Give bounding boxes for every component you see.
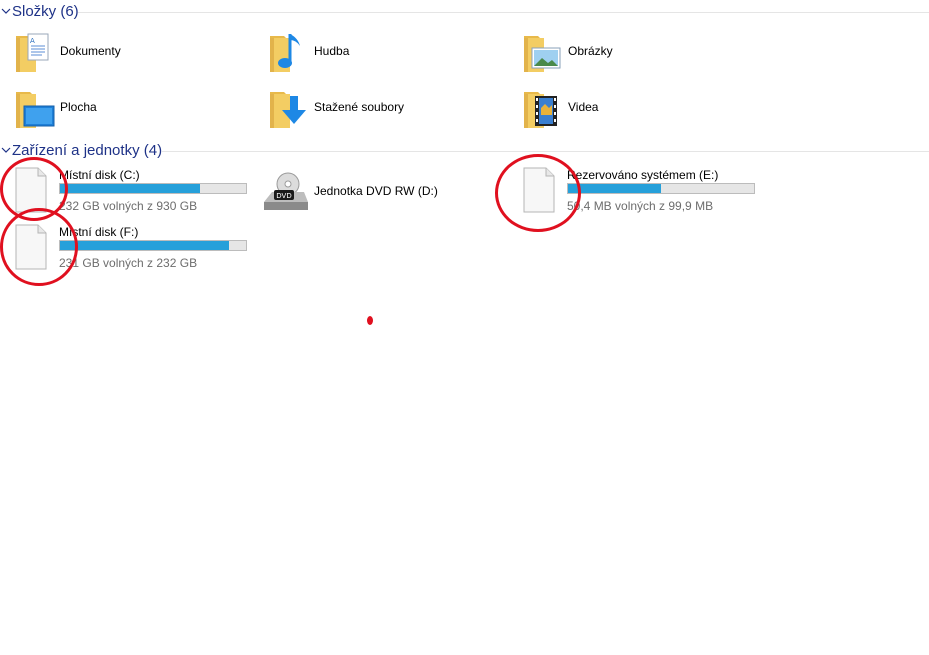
folder-tile-downloads[interactable]: Stažené soubory [268,84,498,136]
dvd-badge: DVD [276,192,291,200]
drive-tile-e[interactable]: Rezervováno systémem (E:) 50,4 MB volnýc… [522,166,762,218]
pictures-folder-icon [524,36,561,72]
folder-tile-pictures[interactable]: Obrázky [522,28,752,80]
drive-name: Místní disk (F:) [59,225,139,239]
generic-drive-icon [523,167,555,213]
downloads-folder-icon [270,92,306,128]
drive-name: Jednotka DVD RW (D:) [314,184,438,198]
folder-label: Stažené soubory [314,100,405,114]
folder-label: Hudba [314,44,350,58]
drive-usage-fill [60,184,200,193]
folder-label: Dokumenty [60,44,121,58]
drive-free-space: 231 GB volných z 232 GB [59,256,198,270]
drive-tile-c[interactable]: Místní disk (C:) 232 GB volných z 930 GB [14,166,254,218]
drive-free-space: 232 GB volných z 930 GB [59,199,198,213]
group-divider-folders [0,1,929,21]
drive-usage-fill [60,241,230,250]
folder-tile-videos[interactable]: Videa [522,84,752,136]
group-title-folders: Složky (6) [12,2,79,20]
drive-usage-bar [59,183,247,194]
drive-name: Místní disk (C:) [59,168,140,182]
drive-tile-d[interactable]: DVD Jednotka DVD RW (D:) [262,170,502,222]
drive-name: Rezervováno systémem (E:) [567,168,719,182]
drive-usage-bar [567,183,755,194]
folder-tile-music[interactable]: Hudba [268,28,498,80]
generic-drive-icon [15,167,47,213]
music-folder-icon [270,34,300,72]
documents-folder-icon: A [16,33,49,72]
folder-label: Videa [568,100,599,114]
folder-label: Plocha [60,100,97,114]
group-title-devices: Zařízení a jednotky (4) [12,141,163,159]
chevron-down-icon [1,8,11,14]
group-header-folders[interactable]: Složky (6) [0,1,79,21]
drive-usage-fill [568,184,661,193]
desktop-folder-icon [16,92,55,128]
annotation-dot [367,316,373,325]
group-header-devices[interactable]: Zařízení a jednotky (4) [0,140,162,160]
generic-drive-icon [15,224,47,270]
dvd-drive-icon: DVD [264,172,308,210]
folder-tile-documents[interactable]: A Dokumenty [14,28,244,80]
svg-text:A: A [30,37,35,45]
folder-tile-desktop[interactable]: Plocha [14,84,244,136]
folder-label: Obrázky [568,44,613,58]
chevron-down-icon [1,147,11,153]
drive-tile-f[interactable]: Místní disk (F:) 231 GB volných z 232 GB [14,223,254,275]
drive-free-space: 50,4 MB volných z 99,9 MB [567,199,714,213]
videos-folder-icon [524,92,557,128]
drive-usage-bar [59,240,247,251]
